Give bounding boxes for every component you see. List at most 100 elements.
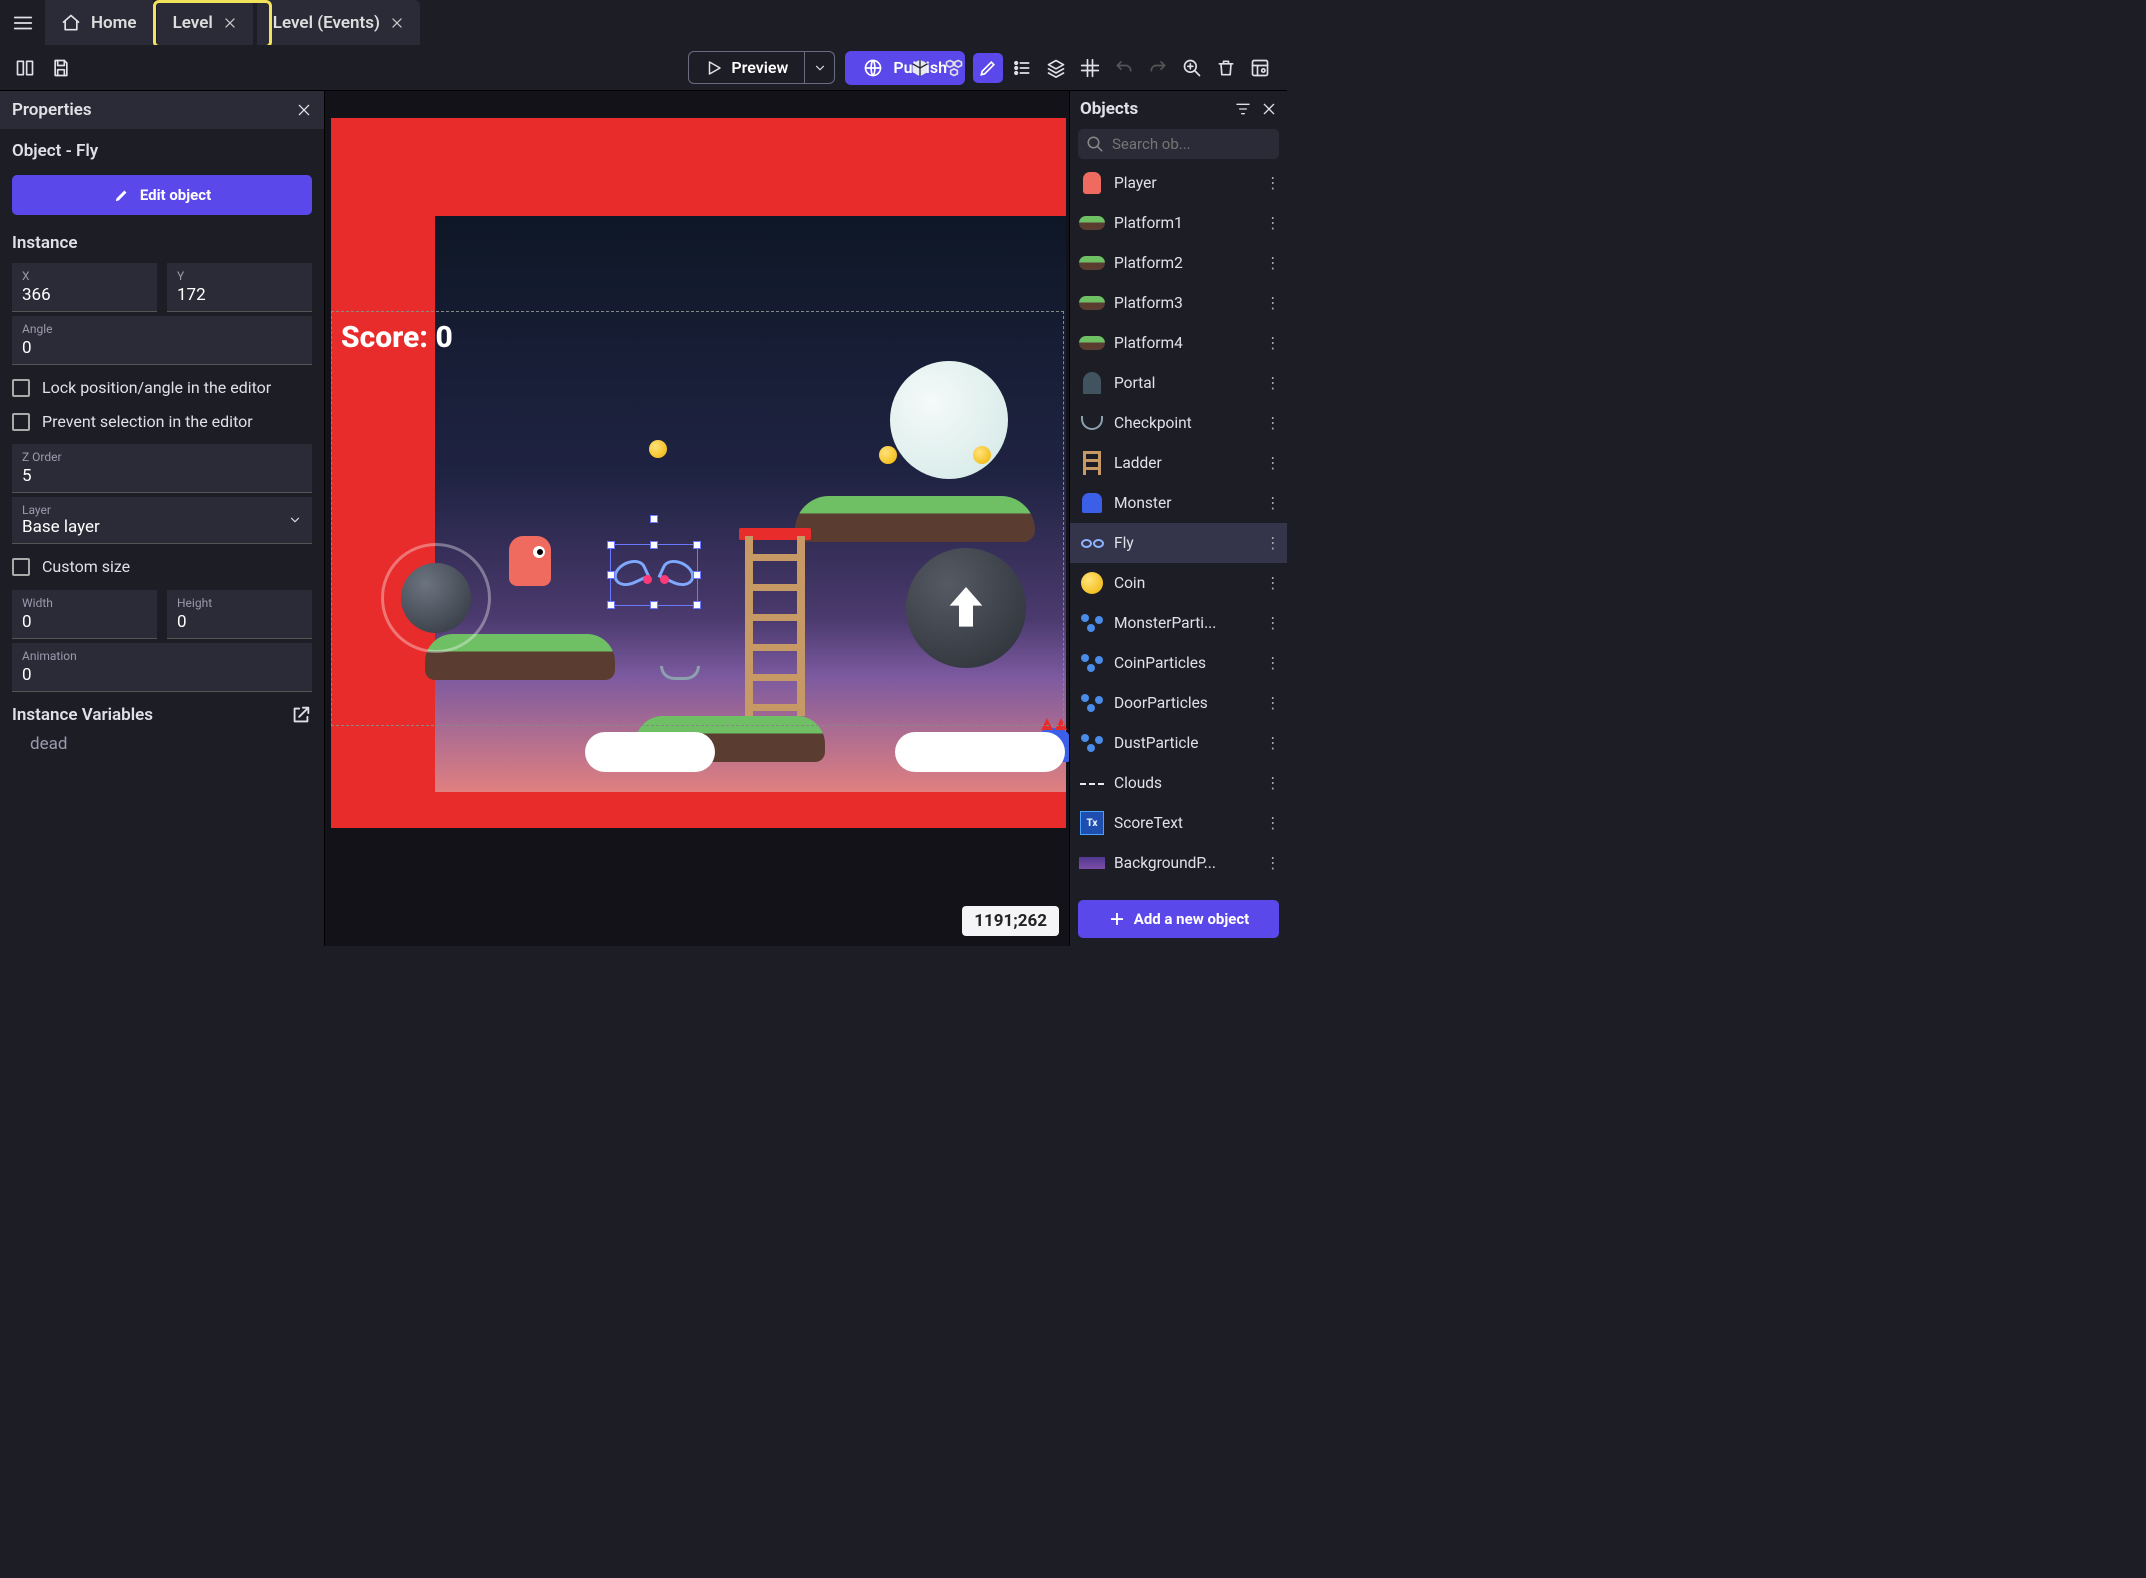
zoom-button[interactable]: [1177, 53, 1207, 83]
search-icon: [1086, 135, 1104, 153]
home-icon: [61, 13, 81, 33]
kebab-icon[interactable]: ⋮: [1265, 694, 1279, 712]
close-icon[interactable]: [296, 102, 312, 118]
redo-button[interactable]: [1143, 53, 1173, 83]
add-object-button[interactable]: Add a new object: [1078, 900, 1279, 938]
kebab-icon[interactable]: ⋮: [1265, 334, 1279, 352]
grid-button[interactable]: [1075, 53, 1105, 83]
kebab-icon[interactable]: ⋮: [1265, 294, 1279, 312]
object-item-coin[interactable]: Coin⋮: [1070, 563, 1287, 603]
object-item-checkpoint[interactable]: Checkpoint⋮: [1070, 403, 1287, 443]
object-item-portal[interactable]: Portal⋮: [1070, 363, 1287, 403]
preview-button[interactable]: Preview: [689, 52, 804, 83]
kebab-icon[interactable]: ⋮: [1265, 454, 1279, 472]
kebab-icon[interactable]: ⋮: [1265, 814, 1279, 832]
object-label: Object - Fly: [12, 141, 312, 161]
object-item-clouds[interactable]: Clouds ⋮: [1070, 763, 1287, 803]
y-field[interactable]: Y 172: [167, 263, 312, 312]
object-item-scoretext[interactable]: TxScoreText⋮: [1070, 803, 1287, 843]
main-menu-button[interactable]: [0, 0, 45, 45]
tab-home-label: Home: [91, 13, 137, 33]
filter-icon[interactable]: [1235, 101, 1251, 117]
settings-panel-button[interactable]: [1245, 53, 1275, 83]
delete-button[interactable]: [1211, 53, 1241, 83]
object-item-ladder[interactable]: Ladder⋮: [1070, 443, 1287, 483]
tab-level-label: Level: [173, 13, 213, 33]
custom-size-checkbox[interactable]: Custom size: [12, 556, 312, 578]
undo-button[interactable]: [1109, 53, 1139, 83]
x-field[interactable]: X 366: [12, 263, 157, 312]
kebab-icon[interactable]: ⋮: [1265, 854, 1279, 872]
layer-field[interactable]: Layer Base layer: [12, 497, 312, 544]
object-item-fly[interactable]: Fly⋮: [1070, 523, 1287, 563]
layers-button[interactable]: [1041, 53, 1071, 83]
lock-position-checkbox[interactable]: Lock position/angle in the editor: [12, 377, 312, 399]
tab-level[interactable]: Level: [157, 0, 253, 45]
animation-label: Animation: [22, 649, 302, 663]
tab-level-events[interactable]: Level (Events): [257, 0, 420, 45]
kebab-icon[interactable]: ⋮: [1265, 174, 1279, 192]
object-item-label: MonsterParti...: [1114, 614, 1257, 632]
object-item-monster[interactable]: Monster⋮: [1070, 483, 1287, 523]
cube-button[interactable]: [905, 53, 935, 83]
width-field[interactable]: Width 0: [12, 590, 157, 639]
zorder-field[interactable]: Z Order 5: [12, 444, 312, 493]
lock-position-label: Lock position/angle in the editor: [42, 377, 271, 399]
object-item-dustparticle[interactable]: DustParticle⋮: [1070, 723, 1287, 763]
object-item-coinparticles[interactable]: CoinParticles⋮: [1070, 643, 1287, 683]
tab-events-label: Level (Events): [273, 13, 380, 33]
object-item-platform3[interactable]: Platform3⋮: [1070, 283, 1287, 323]
kebab-icon[interactable]: ⋮: [1265, 614, 1279, 632]
tab-home[interactable]: Home: [45, 0, 153, 45]
kebab-icon[interactable]: ⋮: [1265, 494, 1279, 512]
kebab-icon[interactable]: ⋮: [1265, 774, 1279, 792]
object-item-label: Clouds: [1114, 774, 1257, 792]
kebab-icon[interactable]: ⋮: [1265, 574, 1279, 592]
scene-canvas[interactable]: Score: 0 1191;262: [325, 91, 1069, 946]
cloud-object[interactable]: [585, 732, 715, 772]
kebab-icon[interactable]: ⋮: [1265, 654, 1279, 672]
cloud-object[interactable]: [895, 732, 1065, 772]
object-item-platform4[interactable]: Platform4⋮: [1070, 323, 1287, 363]
preview-dropdown[interactable]: [804, 52, 834, 83]
jump-button-object[interactable]: [906, 548, 1026, 668]
kebab-icon[interactable]: ⋮: [1265, 374, 1279, 392]
objects-group-button[interactable]: [939, 53, 969, 83]
object-item-unnamed[interactable]: ⋮: [1070, 883, 1287, 892]
edit-mode-button[interactable]: [973, 53, 1003, 83]
object-item-doorparticles[interactable]: DoorParticles⋮: [1070, 683, 1287, 723]
object-item-platform1[interactable]: Platform1⋮: [1070, 203, 1287, 243]
kebab-icon[interactable]: ⋮: [1265, 214, 1279, 232]
close-icon[interactable]: [1261, 101, 1277, 117]
edit-object-button[interactable]: Edit object: [12, 175, 312, 215]
angle-label: Angle: [22, 322, 302, 336]
kebab-icon[interactable]: ⋮: [1265, 534, 1279, 552]
angle-field[interactable]: Angle 0: [12, 316, 312, 365]
height-field[interactable]: Height 0: [167, 590, 312, 639]
kebab-icon[interactable]: ⋮: [1265, 254, 1279, 272]
close-icon[interactable]: [390, 16, 404, 30]
joystick-object[interactable]: [381, 543, 491, 653]
object-item-backgroundp...[interactable]: BackgroundP...⋮: [1070, 843, 1287, 883]
object-item-player[interactable]: Player⋮: [1070, 163, 1287, 203]
object-list[interactable]: Player⋮Platform1⋮Platform2⋮Platform3⋮Pla…: [1070, 163, 1287, 892]
globe-icon: [863, 58, 883, 78]
animation-field[interactable]: Animation 0: [12, 643, 312, 692]
object-item-platform2[interactable]: Platform2⋮: [1070, 243, 1287, 283]
list-button[interactable]: [1007, 53, 1037, 83]
score-text[interactable]: Score: 0: [341, 320, 453, 355]
panel-layout-button[interactable]: [12, 55, 38, 81]
kebab-icon[interactable]: ⋮: [1265, 414, 1279, 432]
properties-title: Properties: [12, 100, 92, 120]
variable-dead[interactable]: dead: [12, 726, 312, 762]
save-button[interactable]: [48, 55, 74, 81]
caret-down-icon: [813, 61, 827, 75]
kebab-icon[interactable]: ⋮: [1265, 734, 1279, 752]
prevent-selection-checkbox[interactable]: Prevent selection in the editor: [12, 411, 312, 433]
editor-toolbar: Preview Publish: [0, 45, 1287, 91]
object-search[interactable]: [1078, 129, 1279, 159]
object-item-monsterparti...[interactable]: MonsterParti... ⋮: [1070, 603, 1287, 643]
close-icon[interactable]: [223, 16, 237, 30]
search-input[interactable]: [1112, 135, 1271, 153]
external-link-icon[interactable]: [290, 704, 312, 726]
